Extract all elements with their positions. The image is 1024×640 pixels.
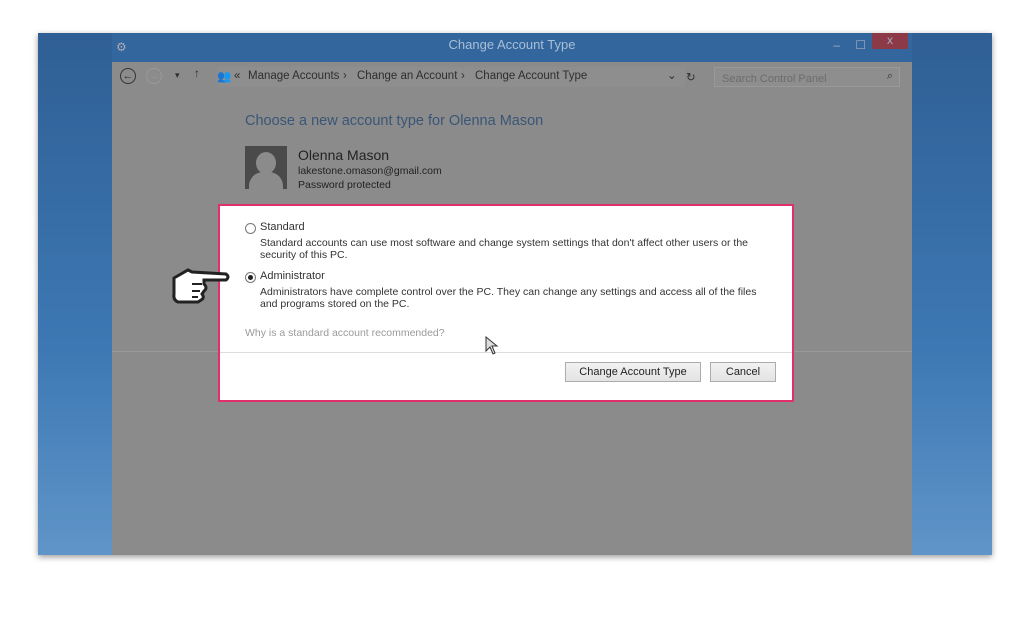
user-status: Password protected [298, 179, 391, 191]
search-icon[interactable]: ⌕ [887, 70, 893, 83]
crumb-separator: › [343, 70, 347, 82]
dialog-divider [220, 352, 792, 353]
standard-label[interactable]: Standard [260, 221, 305, 233]
crumb-change-account-type[interactable]: Change Account Type [475, 70, 587, 82]
users-icon: 👥 [217, 71, 232, 83]
search-input[interactable]: Search Control Panel ⌕ [714, 67, 900, 87]
pointing-hand-icon [172, 268, 230, 304]
address-dropdown-icon[interactable]: ⌄ [667, 68, 677, 82]
user-avatar [245, 146, 287, 189]
account-type-panel: Standard Standard accounts can use most … [218, 204, 794, 402]
refresh-button[interactable]: ↻ [686, 70, 696, 84]
app-icon: ⚙ [116, 40, 127, 54]
change-account-type-button[interactable]: Change Account Type [565, 362, 701, 382]
standard-description: Standard accounts can use most software … [260, 237, 749, 261]
overflow-chevron[interactable]: « [234, 70, 240, 82]
administrator-radio[interactable] [245, 272, 256, 283]
address-bar: ← → ▾ ↑ 👥 « Manage Accounts › Change an … [112, 65, 912, 89]
recent-pages-button[interactable]: ▾ [175, 70, 180, 81]
maximize-button[interactable]: ☐ [855, 33, 866, 57]
window-title: Change Account Type [448, 37, 576, 52]
standard-radio[interactable] [245, 223, 256, 234]
crumb-change-an-account[interactable]: Change an Account [357, 70, 457, 82]
mouse-cursor-icon [485, 336, 499, 355]
minimize-button[interactable]: – [833, 33, 840, 57]
administrator-description: Administrators have complete control ove… [260, 286, 757, 310]
crumb-manage-accounts[interactable]: Manage Accounts [248, 70, 339, 82]
close-button[interactable]: x [872, 33, 908, 49]
crumb-separator: › [461, 70, 465, 82]
forward-button[interactable]: → [146, 68, 162, 84]
search-placeholder: Search Control Panel [722, 73, 827, 85]
back-button[interactable]: ← [120, 68, 136, 84]
page-heading: Choose a new account type for Olenna Mas… [245, 113, 544, 129]
administrator-label[interactable]: Administrator [260, 270, 325, 282]
help-link[interactable]: Why is a standard account recommended? [245, 327, 445, 339]
user-email: lakestone.omason@gmail.com [298, 165, 442, 177]
user-name: Olenna Mason [298, 147, 390, 163]
title-bar: ⚙ Change Account Type – ☐ x [112, 33, 912, 62]
cancel-button[interactable]: Cancel [710, 362, 776, 382]
breadcrumb[interactable]: 👥 « Manage Accounts › Change an Account … [217, 67, 685, 87]
up-button[interactable]: ↑ [194, 68, 200, 80]
